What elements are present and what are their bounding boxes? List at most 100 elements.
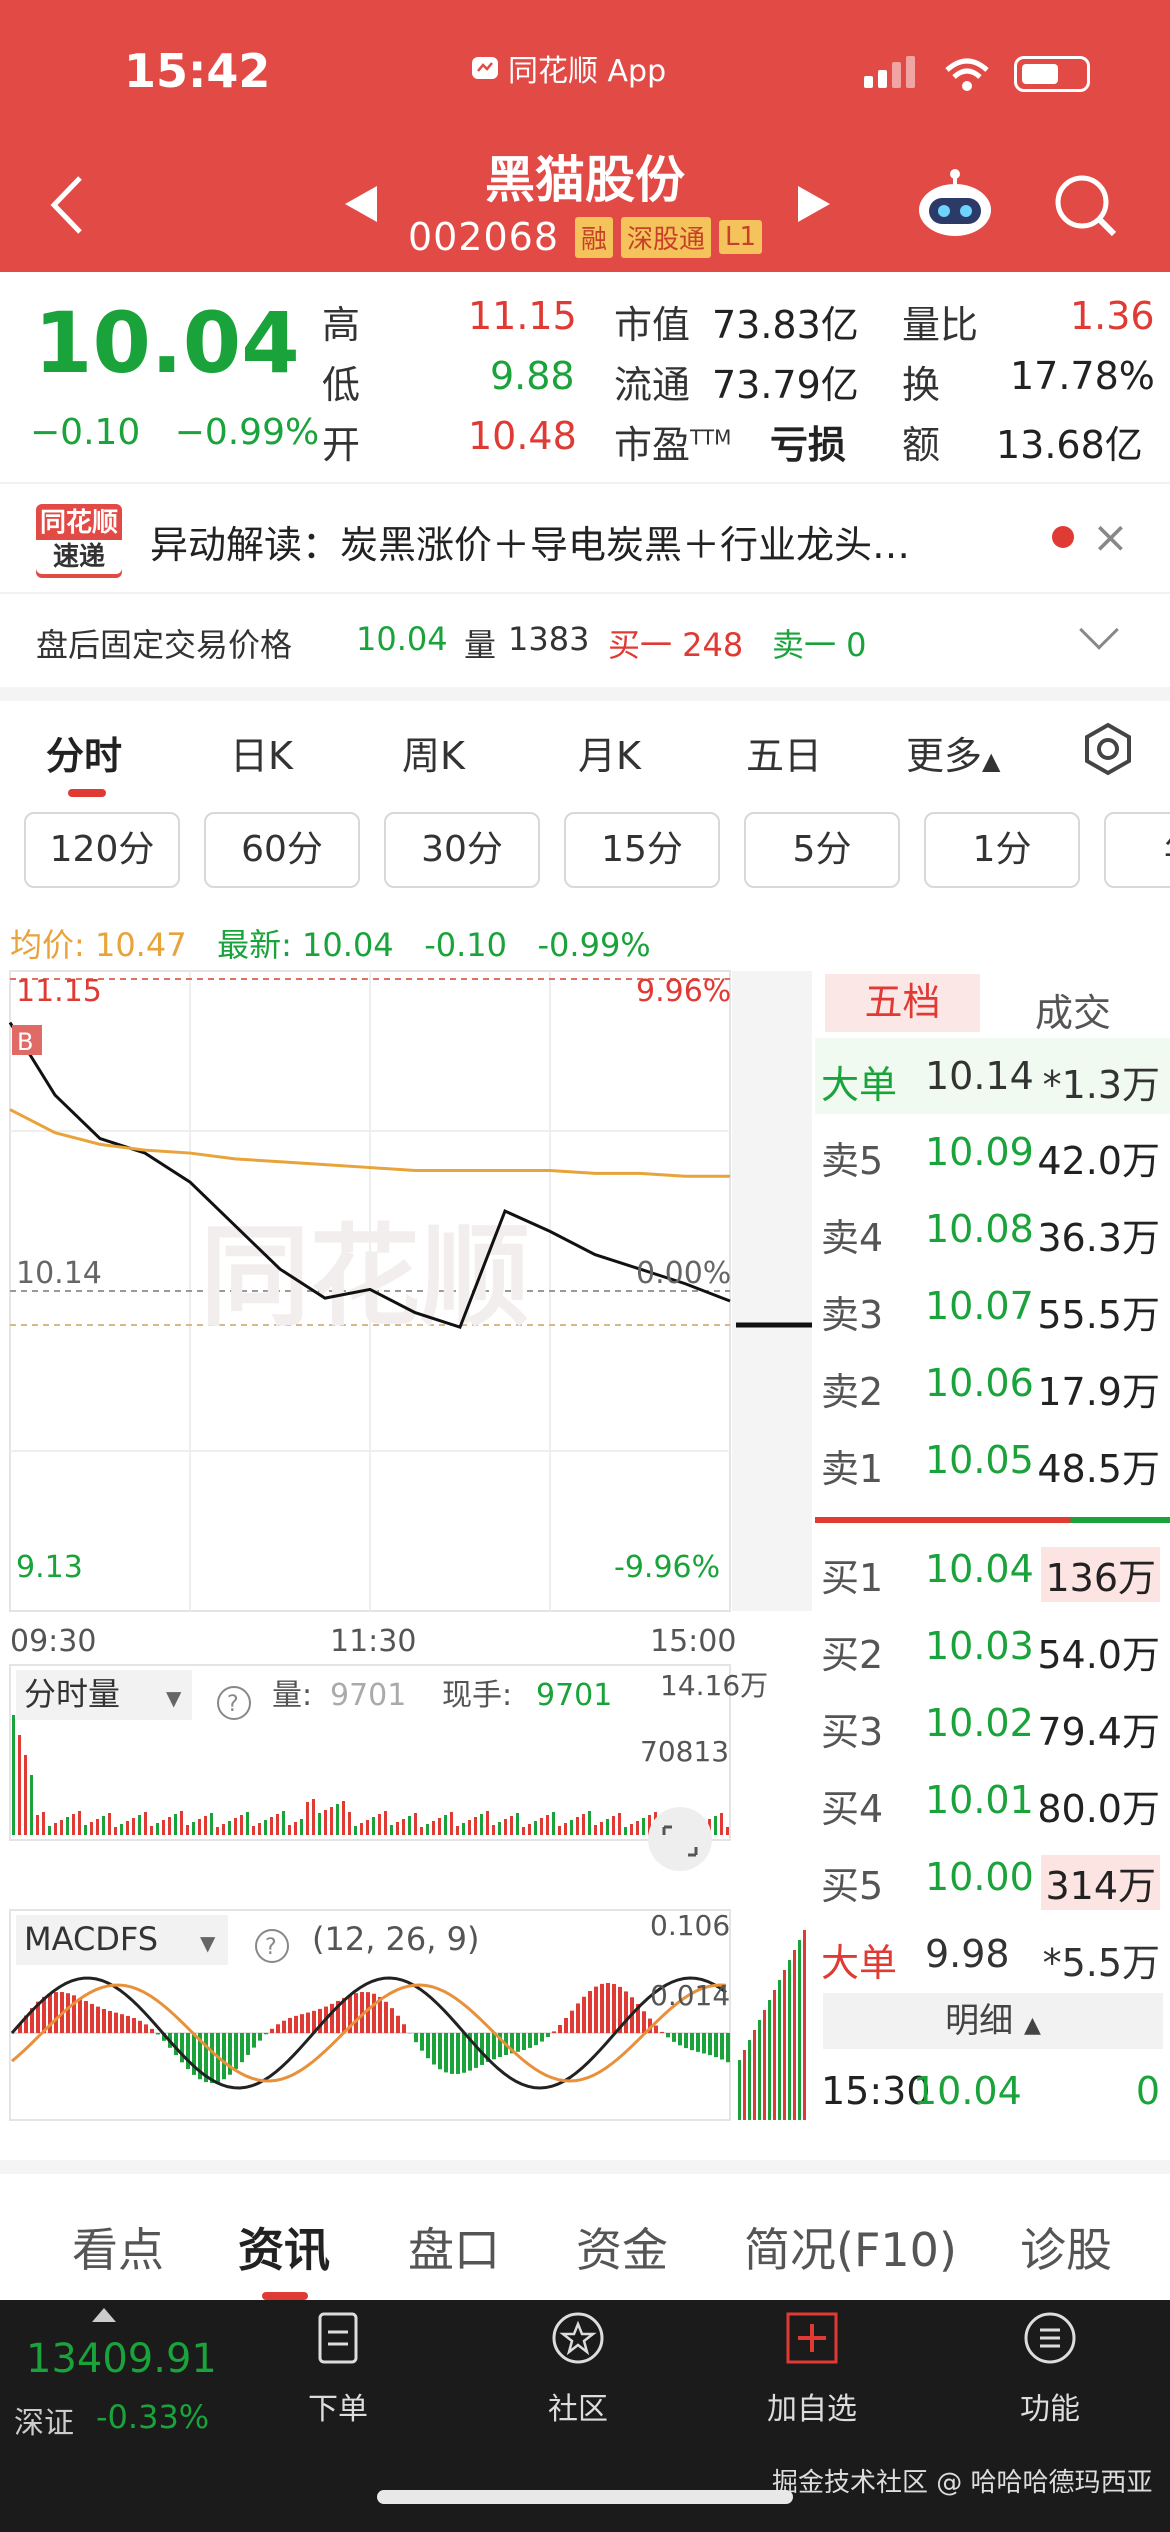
volume-bar	[294, 1822, 297, 1835]
caret-up-icon[interactable]	[92, 2308, 116, 2322]
after-hours-vol-label: 量	[464, 626, 497, 664]
tab-minute[interactable]: 分时	[46, 725, 122, 780]
macd-bar	[660, 2031, 664, 2033]
volume-bar	[402, 1819, 405, 1835]
mcap-label: 市值	[614, 303, 691, 347]
hand-val: 9701	[536, 1678, 612, 1713]
volume-bar	[558, 1826, 561, 1835]
tab-diagnose[interactable]: 诊股	[1020, 2214, 1112, 2280]
volume-bar	[420, 1827, 423, 1835]
bid-row: 买3 10.02 79.4万	[821, 1701, 1160, 1754]
tab-more[interactable]: 更多▲	[906, 725, 1000, 780]
function-button[interactable]: 功能	[980, 2310, 1120, 2428]
volume-bar	[180, 1811, 183, 1835]
close-icon[interactable]: ×	[1092, 512, 1129, 563]
after-hours-vol: 1383	[508, 620, 590, 658]
wifi-icon	[945, 58, 989, 91]
after-hours-row[interactable]: 盘后固定交易价格 10.04 量 1383 买一 248 卖一 0	[0, 592, 1170, 687]
macd-dropdown-icon: ▼	[200, 1931, 216, 1955]
volratio-value: 1.36	[1070, 294, 1155, 338]
tab-news[interactable]: 资讯	[238, 2214, 330, 2280]
tab-f10[interactable]: 简况(F10)	[744, 2214, 957, 2280]
news-banner[interactable]: 同花顺 速递 异动解读：炭黑涨价＋导电炭黑＋行业龙头…	[0, 482, 1170, 592]
chip-120m[interactable]: 120分	[24, 812, 180, 888]
macd-bar	[582, 1996, 586, 2033]
header: 15:42 同花顺 App 黑猫股份 002068 融 深股通 L1	[0, 0, 1170, 272]
macd-bar	[372, 1993, 376, 2033]
change-abs: −0.10	[30, 412, 141, 453]
amount-value: 13.68亿	[996, 423, 1143, 467]
volume-bar	[60, 1820, 63, 1835]
volume-bar	[636, 1821, 639, 1835]
strip-bar	[798, 1940, 801, 2120]
macd-bar	[330, 2003, 334, 2033]
hand-label: 现手:	[442, 1678, 512, 1713]
chip-5m[interactable]: 5分	[744, 812, 900, 888]
volume-bar	[498, 1822, 501, 1835]
macd-bar	[462, 2033, 466, 2073]
macd-selector-label: MACDFS	[24, 1920, 158, 1958]
tab-trades[interactable]: 成交	[1035, 982, 1111, 1037]
volume-bar	[156, 1823, 159, 1835]
chip-60m[interactable]: 60分	[204, 812, 360, 888]
volume-bar	[330, 1807, 333, 1835]
volume-bar	[582, 1814, 585, 1835]
macd-bar	[150, 2028, 154, 2033]
high-pct-label: 9.96%	[636, 974, 731, 1009]
volume-bar	[168, 1817, 171, 1835]
tab-week-k[interactable]: 周K	[402, 725, 465, 780]
macd-bar	[654, 2025, 658, 2033]
order-button[interactable]: 下单	[268, 2310, 408, 2428]
pe-value: 亏损	[770, 423, 847, 467]
volume-bar	[612, 1816, 615, 1835]
after-hours-sell1: 卖一 0	[772, 626, 867, 664]
community-button[interactable]: 社区	[508, 2310, 648, 2428]
tab-day-k[interactable]: 日K	[230, 725, 293, 780]
news-text[interactable]: 异动解读：炭黑涨价＋导电炭黑＋行业龙头…	[150, 514, 910, 569]
volume-bar	[12, 1715, 15, 1835]
chip-1m[interactable]: 1分	[924, 812, 1080, 888]
intraday-chart[interactable]: 同花顺 11.15 9.96% B 10.14 0.00% 9.13 -9.96…	[0, 965, 815, 2125]
tab-five-level[interactable]: 五档	[825, 974, 980, 1032]
macd-max-label: 0.106	[650, 1909, 730, 1942]
fullscreen-icon[interactable]	[648, 1807, 712, 1871]
tab-market[interactable]: 盘口	[408, 2214, 500, 2280]
detail-toggle[interactable]: 明细 ▲	[823, 1993, 1163, 2049]
tab-month-k[interactable]: 月K	[578, 725, 641, 780]
volume-bar	[36, 1815, 39, 1835]
robot-assistant-icon[interactable]	[915, 168, 995, 240]
stock-code: 002068	[407, 215, 559, 259]
macd-bar	[720, 2033, 724, 2060]
volume-bar	[438, 1818, 441, 1835]
tab-highlights[interactable]: 看点	[72, 2214, 164, 2280]
tab-five-day[interactable]: 五日	[746, 725, 822, 780]
tab-funds[interactable]: 资金	[576, 2214, 668, 2280]
volume-bar	[96, 1819, 99, 1835]
macd-bar	[570, 2010, 574, 2033]
settings-icon[interactable]	[1080, 721, 1136, 777]
volume-bar	[174, 1814, 177, 1835]
unread-dot-icon	[1052, 526, 1074, 548]
volume-bar	[30, 1775, 33, 1835]
bottom-bar: 13409.91 深证 -0.33% 下单 社区 加自选 功能 掘金技术社区 @…	[0, 2300, 1170, 2532]
chip-15m[interactable]: 15分	[564, 812, 720, 888]
search-icon[interactable]	[1050, 170, 1120, 240]
volume-bar	[378, 1814, 381, 1835]
ask-row: 卖1 10.05 48.5万	[821, 1438, 1160, 1491]
volume-bar	[618, 1813, 621, 1835]
strip-bar	[773, 1990, 776, 2120]
high-value: 11.15	[468, 294, 577, 338]
add-watchlist-button[interactable]: 加自选	[742, 2310, 882, 2428]
index-value[interactable]: 13409.91	[26, 2336, 217, 2382]
volume-bar	[432, 1821, 435, 1835]
big-sell-row: 大单 10.14 *1.3万	[815, 1038, 1170, 1114]
quote-panel: 10.04 −0.10 −0.99% 高 11.15 低 9.88 开 10.4…	[0, 272, 1170, 482]
home-indicator[interactable]	[377, 2490, 793, 2504]
time-label-open: 09:30	[10, 1624, 96, 1659]
volume-bar	[108, 1813, 111, 1835]
macd-bar	[246, 2033, 250, 2055]
chip-30m[interactable]: 30分	[384, 812, 540, 888]
volume-bar	[534, 1821, 537, 1835]
chip-year[interactable]: 年	[1104, 812, 1170, 888]
macd-bar	[252, 2033, 256, 2048]
